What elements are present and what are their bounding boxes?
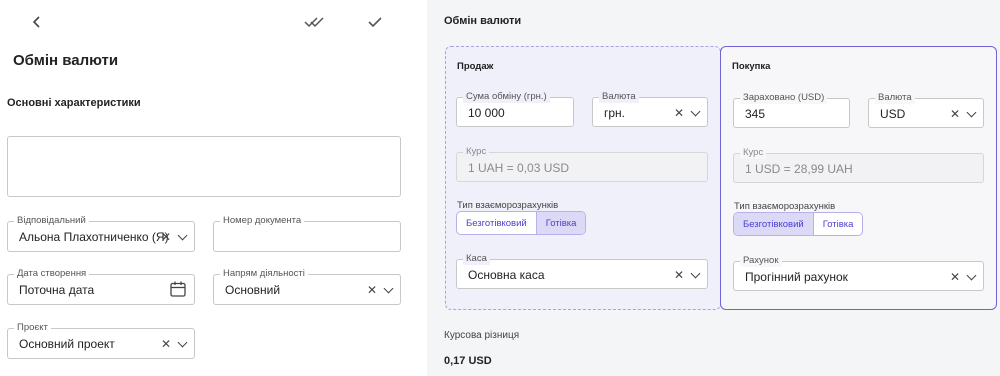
sell-settlement-toggle: Безготівковий Готівка [456,211,587,235]
sell-rate-field: Курс 1 UAH = 0,03 USD [456,146,708,182]
chevron-down-icon[interactable] [177,337,188,347]
sell-card-title: Продаж [457,61,494,72]
chevron-down-icon[interactable] [690,268,701,278]
buy-currency-value: USD [880,107,906,121]
buy-rate-label: Курс [740,147,767,159]
sell-currency-label: Валюта [599,91,639,103]
cashbox-label: Каса [463,253,490,265]
account-label: Рахунок [740,255,782,267]
save-button[interactable] [363,10,387,34]
chevron-down-icon[interactable] [177,230,188,240]
calendar-icon[interactable] [169,280,187,301]
buy-currency-select[interactable]: Валюта USD ✕ [868,92,984,128]
buy-settlement-cashless[interactable]: Безготівковий [734,213,813,235]
sell-rate-label: Курс [463,146,490,158]
sell-currency-value: грн. [604,106,626,120]
created-date-value: Поточна дата [19,283,95,297]
project-select[interactable]: Проєкт Основний проект ✕ [7,322,195,359]
left-panel: Обмін валюти Основні характеристики Відп… [0,0,427,376]
description-textarea[interactable] [7,136,401,197]
clear-icon[interactable]: ✕ [950,107,960,121]
created-date-label: Дата створення [14,268,90,280]
clear-icon[interactable]: ✕ [674,268,684,282]
clear-icon[interactable]: ✕ [950,270,960,284]
buy-settlement-label: Тип взаєморозрахунків [734,201,836,212]
check-icon [367,15,383,29]
cashbox-value: Основна каса [468,268,545,282]
exchange-difference-value: 0,17 USD [444,355,492,367]
buy-card: Покупка Зараховано (USD) 345 Валюта USD … [720,46,997,310]
responsible-select[interactable]: Відповідальний Альона Плахотниченко (Я) … [7,215,195,252]
responsible-value: Альона Плахотниченко (Я) [19,230,169,244]
buy-rate-value: 1 USD = 28,99 UAH [745,162,853,176]
sell-amount-value: 10 000 [468,106,505,120]
section-title: Основні характеристики [7,97,141,109]
buy-card-title: Покупка [732,61,771,72]
exchange-difference-label: Курсова різниця [444,330,520,341]
exchange-section-title: Обмін валюти [444,15,522,27]
sell-card: Продаж Сума обміну (грн.) 10 000 Валюта … [445,46,721,310]
buy-rate-field: Курс 1 USD = 28,99 UAH [733,147,984,183]
created-date-input[interactable]: Дата створення Поточна дата [7,268,195,305]
activity-select[interactable]: Напрям діяльності Основний ✕ [213,268,401,305]
doc-number-label: Номер документа [220,215,305,227]
clear-icon[interactable]: ✕ [161,337,171,351]
right-panel: Обмін валюти Продаж Сума обміну (грн.) 1… [427,0,1000,376]
save-and-post-button[interactable] [303,10,327,34]
chevron-down-icon[interactable] [383,283,394,293]
project-label: Проєкт [14,322,51,334]
responsible-label: Відповідальний [14,215,89,227]
buy-settlement-cash[interactable]: Готівка [812,213,863,235]
chevron-left-icon [31,15,43,29]
buy-settlement-toggle: Безготівковий Готівка [733,212,864,236]
chevron-down-icon[interactable] [966,107,977,117]
double-check-icon [304,15,326,29]
clear-icon[interactable]: ✕ [367,283,377,297]
buy-currency-label: Валюта [875,92,915,104]
sell-settlement-label: Тип взаєморозрахунків [457,200,559,211]
sell-settlement-cash[interactable]: Готівка [535,212,586,234]
doc-number-input[interactable]: Номер документа [213,215,401,252]
sell-settlement-cashless[interactable]: Безготівковий [457,212,536,234]
sell-amount-label: Сума обміну (грн.) [463,91,550,103]
account-select[interactable]: Рахунок Прогінний рахунок ✕ [733,255,984,291]
clear-icon[interactable]: ✕ [161,230,171,244]
sell-amount-input[interactable]: Сума обміну (грн.) 10 000 [456,91,574,127]
page-title: Обмін валюти [13,52,119,69]
clear-icon[interactable]: ✕ [674,106,684,120]
buy-credited-input[interactable]: Зараховано (USD) 345 [733,92,850,128]
chevron-down-icon[interactable] [690,106,701,116]
chevron-down-icon[interactable] [966,270,977,280]
buy-credited-value: 345 [745,107,766,121]
sell-currency-select[interactable]: Валюта грн. ✕ [592,91,708,127]
account-value: Прогінний рахунок [745,270,848,284]
buy-credited-label: Зараховано (USD) [740,92,828,104]
cashbox-select[interactable]: Каса Основна каса ✕ [456,253,708,289]
sell-rate-value: 1 UAH = 0,03 USD [468,161,570,175]
activity-label: Напрям діяльності [220,268,308,280]
back-button[interactable] [25,10,49,34]
project-value: Основний проект [19,337,115,351]
activity-value: Основний [225,283,281,297]
